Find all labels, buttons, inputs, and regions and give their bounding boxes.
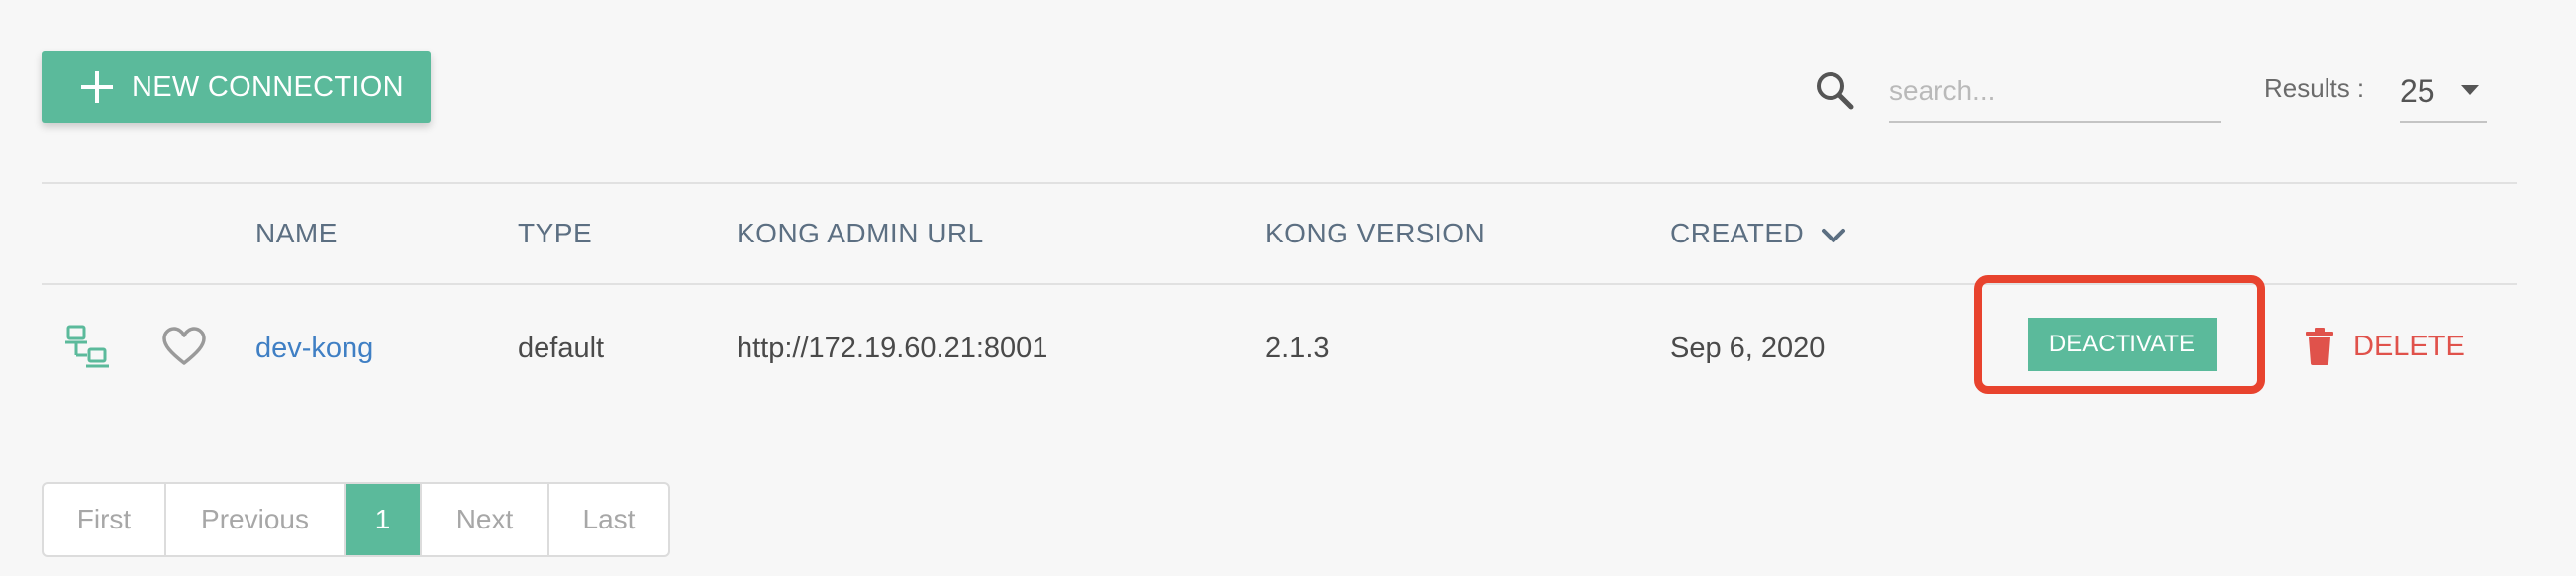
network-icon [65, 325, 109, 368]
connection-type: default [518, 333, 605, 364]
results-per-page-select[interactable]: 25 [2400, 61, 2487, 123]
connection-name-link[interactable]: dev-kong [255, 333, 373, 365]
row-spacer [42, 410, 2517, 412]
chevron-down-icon[interactable] [1821, 226, 1846, 245]
column-header-name[interactable]: NAME [255, 218, 338, 249]
toolbar-divider [42, 182, 2517, 184]
pagination: First Previous 1 Next Last [42, 482, 670, 557]
search-input[interactable] [1889, 61, 2221, 123]
heart-icon[interactable] [162, 327, 206, 366]
pagination-next-button[interactable]: Next [422, 484, 549, 555]
pagination-last-button[interactable]: Last [549, 484, 668, 555]
delete-button[interactable]: DELETE [2306, 328, 2465, 365]
column-header-kong-admin-url[interactable]: KONG ADMIN URL [737, 218, 984, 249]
pagination-page-1-button[interactable]: 1 [346, 484, 422, 555]
trash-icon [2306, 328, 2333, 365]
new-connection-button[interactable]: NEW CONNECTION [42, 51, 431, 123]
plus-icon [81, 71, 113, 103]
results-label: Results : [2264, 73, 2365, 103]
delete-label: DELETE [2353, 330, 2465, 362]
connection-kong-version: 2.1.3 [1265, 333, 1330, 364]
results-per-page-value: 25 [2400, 72, 2435, 109]
search-icon[interactable] [1814, 69, 1855, 111]
new-connection-label: NEW CONNECTION [132, 70, 404, 103]
caret-down-icon [2461, 85, 2479, 95]
column-header-type[interactable]: TYPE [518, 218, 592, 249]
column-header-kong-version[interactable]: KONG VERSION [1265, 218, 1485, 249]
connection-created-date: Sep 6, 2020 [1670, 333, 1826, 364]
pagination-first-button[interactable]: First [44, 484, 166, 555]
column-header-created[interactable]: CREATED [1670, 218, 1804, 249]
connection-admin-url: http://172.19.60.21:8001 [737, 333, 1048, 364]
deactivate-button[interactable]: DEACTIVATE [2028, 318, 2217, 371]
pagination-previous-button[interactable]: Previous [166, 484, 346, 555]
